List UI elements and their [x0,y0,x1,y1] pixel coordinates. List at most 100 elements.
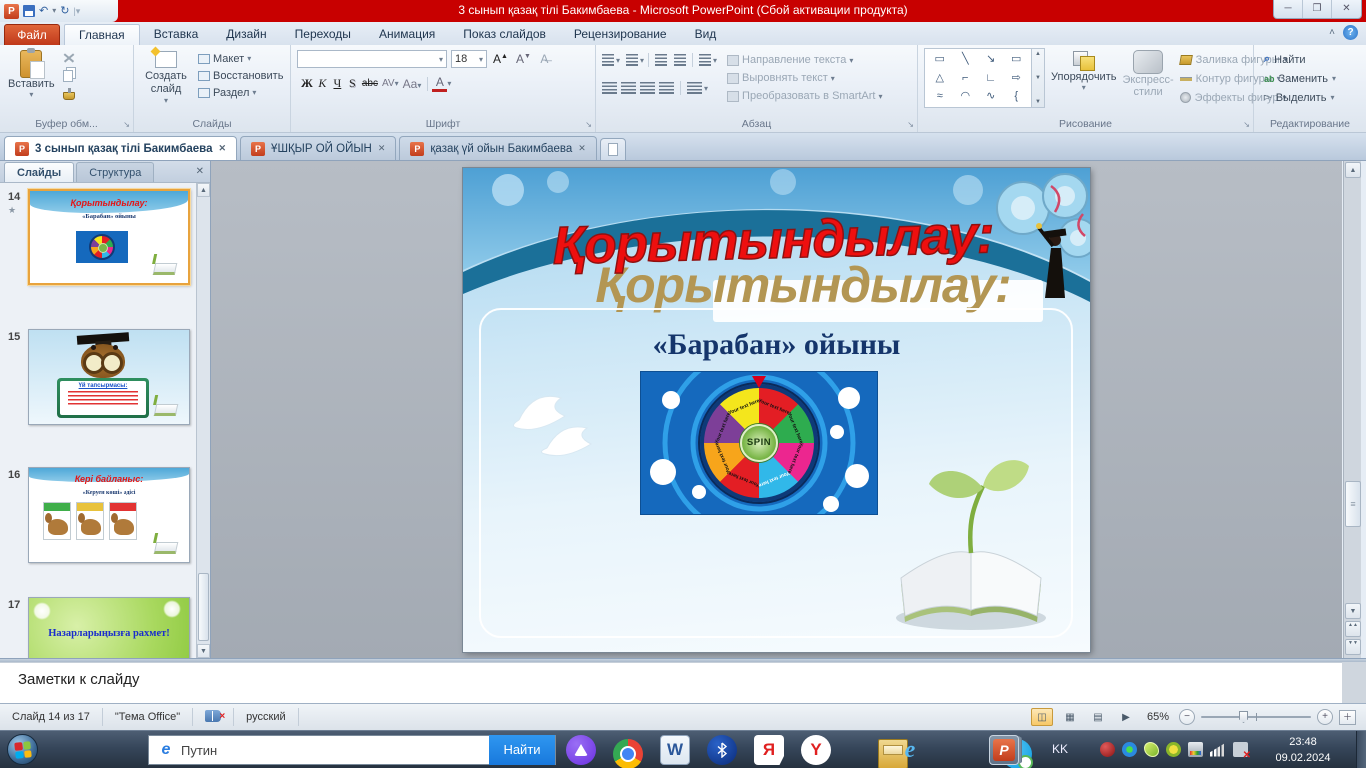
panel-close-icon[interactable]: ✕ [196,162,204,182]
tab-view[interactable]: Вид [681,24,731,45]
vertical-scrollbar[interactable]: ▲ ▼ ▲▲ ▼▼ [1343,161,1361,658]
new-slide-button[interactable]: Создать слайд ▾ [140,48,192,116]
font-size-combo[interactable]: 18▾ [451,50,487,68]
align-right-icon[interactable] [640,82,655,94]
yandex-browser-icon[interactable]: Y [801,735,831,765]
drawing-dialog-launcher-icon[interactable]: ↘ [1243,120,1250,129]
fit-to-window-button[interactable]: ＋ [1339,710,1356,725]
numbering-icon[interactable] [626,54,638,66]
decrease-indent-icon[interactable] [655,54,667,66]
underline-button[interactable]: Ч [330,76,345,91]
bullets-icon[interactable] [602,54,614,66]
font-dialog-launcher-icon[interactable]: ↘ [585,120,592,129]
zoom-level[interactable]: 65% [1147,711,1169,723]
scroll-down-icon[interactable]: ▼ [197,644,210,658]
bluetooth-icon[interactable] [707,735,737,765]
redo-button[interactable]: ↻ [60,3,69,19]
replace-button[interactable]: abЗаменить ▾ [1264,69,1366,88]
tab-close-icon[interactable]: ✕ [219,143,227,154]
select-button[interactable]: ▻Выделить ▾ [1264,88,1366,107]
reading-view-button[interactable]: ▤ [1087,708,1109,726]
powerpoint-taskbar-button[interactable]: P [989,735,1019,765]
increase-indent-icon[interactable] [674,54,686,66]
tab-insert[interactable]: Вставка [140,24,213,45]
clipboard-dialog-launcher-icon[interactable]: ↘ [123,120,130,129]
slide-thumbnail-17[interactable]: Назарларыңызға рахмет! [28,597,190,658]
slide-sorter-view-button[interactable]: ▦ [1059,708,1081,726]
shrink-font-button[interactable]: А▼ [514,52,533,66]
tab-slides[interactable]: Слайды [4,162,74,182]
alice-assistant-icon[interactable] [566,735,596,765]
start-button[interactable] [7,734,38,765]
italic-button[interactable]: К [315,76,330,91]
document-tab-2[interactable]: P ҰШҚЫР ОЙ ОЙЫН ✕ [240,136,396,160]
zoom-slider[interactable] [1201,716,1311,718]
strikethrough-button[interactable]: abc [360,78,380,89]
find-button[interactable]: ⌕Найти [1264,50,1366,69]
change-case-button[interactable]: Aa▾ [401,77,424,91]
shapes-gallery[interactable]: ▭╲↘▭ △⌐∟⇨ ≈◠∿{ [924,48,1032,108]
section-button[interactable]: Раздел ▾ [198,84,283,101]
slide-canvas[interactable]: Қорытындылау: Қорытындылау: «Барабан» ой… [463,168,1090,652]
tray-app-icon[interactable] [1100,742,1115,757]
slideshow-view-button[interactable]: ▶ [1115,708,1137,726]
format-painter-icon[interactable] [63,92,75,100]
slide-thumbnail-15[interactable]: Үй тапсырмасы: [28,329,190,425]
zoom-in-button[interactable]: + [1317,709,1333,725]
minimize-button[interactable]: ─ [1274,0,1303,18]
taskbar-search[interactable]: e Найти [148,735,556,765]
tab-review[interactable]: Рецензирование [560,24,681,45]
previous-slide-button[interactable]: ▲▲ [1345,621,1361,637]
minimize-ribbon-icon[interactable]: ˄ [1329,27,1335,38]
normal-view-button[interactable]: ◫ [1031,708,1053,726]
tray-update-icon[interactable] [1122,742,1137,757]
next-slide-button[interactable]: ▼▼ [1345,639,1361,655]
panel-scrollbar-thumb[interactable] [198,573,209,641]
qat-customize-button[interactable]: |▾ [73,6,80,17]
copy-icon[interactable] [63,70,73,82]
bold-button[interactable]: Ж [299,76,315,91]
scroll-up-icon[interactable]: ▲ [197,183,210,197]
word-icon[interactable]: W [660,735,690,765]
spin-wheel-image[interactable]: Your text hereYour text hereYour text he… [641,372,877,514]
shapes-gallery-scrollbar[interactable]: ▲▼▼ [1032,48,1045,108]
show-desktop-button[interactable] [1356,731,1366,768]
tab-home[interactable]: Главная [64,24,140,45]
character-spacing-button[interactable]: AV▾ [380,78,401,89]
language-status[interactable]: русский [234,708,298,726]
tray-antivirus-icon[interactable] [1166,742,1181,757]
taskbar-clock[interactable]: 23:48 09.02.2024 [1264,734,1342,766]
internet-explorer-icon[interactable]: e [895,735,925,765]
document-tab-1[interactable]: P 3 сынып қазақ тілі Бакимбаева ✕ [4,136,237,160]
save-button[interactable] [23,5,35,17]
tab-outline[interactable]: Структура [76,162,154,182]
tab-slideshow[interactable]: Показ слайдов [449,24,560,45]
spin-button[interactable]: SPIN [740,424,778,462]
spellcheck-status[interactable]: × [193,708,234,726]
document-tab-3[interactable]: P қазақ үй ойын Бакимбаева ✕ [399,136,596,160]
network-signal-icon[interactable] [1210,743,1226,757]
restore-button[interactable]: ❐ [1303,0,1332,18]
justify-icon[interactable] [659,82,674,94]
align-text-button[interactable]: Выровнять текст ▾ [727,69,882,87]
reset-button[interactable]: Восстановить [198,67,283,84]
slide-thumbnail-14[interactable]: Қорытындылау: «Барабан» ойыны [28,189,190,285]
panel-scrollbar[interactable]: ▲ ▼ [196,183,210,658]
close-button[interactable]: ✕ [1332,0,1361,18]
layout-button[interactable]: Макет ▾ [198,50,283,67]
scroll-up-icon[interactable]: ▲ [1345,162,1361,178]
help-icon[interactable]: ? [1343,25,1358,40]
tab-close-icon[interactable]: ✕ [578,143,586,154]
chrome-icon[interactable] [613,739,643,768]
undo-button[interactable]: ↶ [39,3,48,19]
paragraph-dialog-launcher-icon[interactable]: ↘ [907,120,914,129]
clear-formatting-button[interactable]: A̶ [537,52,552,66]
align-left-icon[interactable] [602,82,617,94]
tab-animations[interactable]: Анимация [365,24,449,45]
scroll-down-icon[interactable]: ▼ [1345,603,1361,619]
yandex-icon[interactable]: Я [754,735,784,765]
notes-pane[interactable]: Заметки к слайду [0,662,1342,703]
tray-printer-icon[interactable] [1188,742,1203,757]
tab-transitions[interactable]: Переходы [281,24,365,45]
text-direction-button[interactable]: Направление текста ▾ [727,51,882,69]
